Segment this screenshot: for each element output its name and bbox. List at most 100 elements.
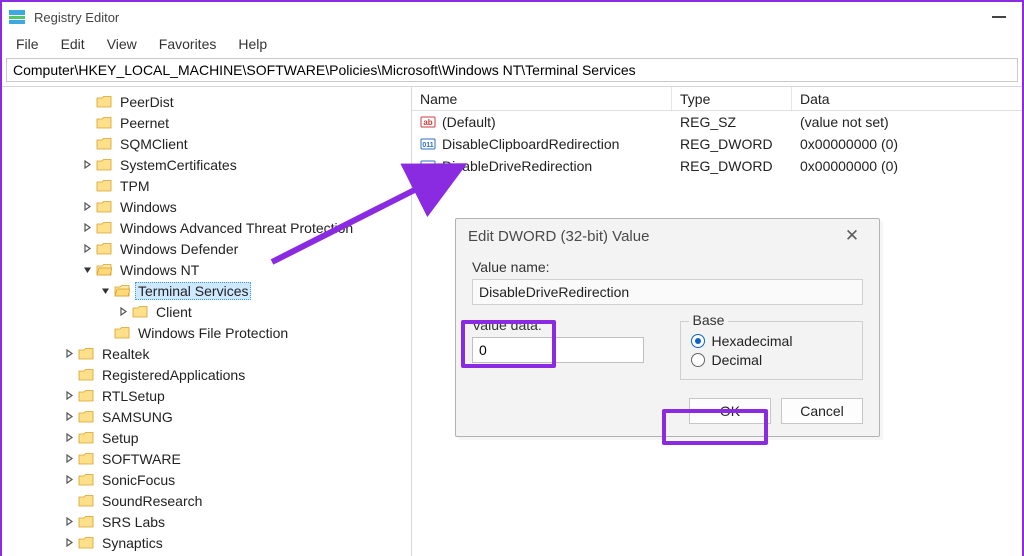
tree-item[interactable]: Windows: [2, 196, 411, 217]
value-name: DisableClipboardRedirection: [442, 136, 619, 152]
value-name-field: DisableDriveRedirection: [472, 279, 863, 305]
tree-item[interactable]: Windows NT: [2, 259, 411, 280]
tree-item[interactable]: SonicFocus: [2, 469, 411, 490]
chevron-right-icon[interactable]: [80, 158, 94, 172]
titlebar: Registry Editor: [2, 2, 1022, 32]
value-name-label: Value name:: [472, 259, 863, 275]
radio-decimal[interactable]: Decimal: [691, 352, 853, 368]
minimize-icon[interactable]: [992, 16, 1006, 18]
tree-item[interactable]: Setup: [2, 427, 411, 448]
column-data[interactable]: Data: [792, 87, 1022, 110]
svg-text:011: 011: [422, 164, 433, 171]
tree-item[interactable]: RegisteredApplications: [2, 364, 411, 385]
folder-icon: [78, 431, 94, 445]
address-bar[interactable]: Computer\HKEY_LOCAL_MACHINE\SOFTWARE\Pol…: [6, 58, 1018, 82]
registry-value-row[interactable]: 011DisableClipboardRedirectionREG_DWORD0…: [412, 133, 1022, 155]
chevron-right-icon[interactable]: [62, 410, 76, 424]
chevron-right-icon[interactable]: [62, 431, 76, 445]
base-group: Base Hexadecimal Decimal: [680, 321, 864, 380]
svg-text:ab: ab: [423, 118, 432, 127]
tree-item[interactable]: TPM: [2, 175, 411, 196]
tree-item[interactable]: SystemCertificates: [2, 154, 411, 175]
value-data-label: Value data:: [472, 317, 656, 333]
folder-icon: [132, 305, 148, 319]
tree-item-label: SystemCertificates: [117, 157, 240, 173]
folder-icon: [78, 494, 94, 508]
chevron-right-icon[interactable]: [62, 452, 76, 466]
folder-icon: [78, 368, 94, 382]
menu-edit[interactable]: Edit: [51, 34, 95, 54]
folder-icon: [96, 263, 112, 277]
tree-item-label: Setup: [99, 430, 142, 446]
value-data-input[interactable]: [472, 337, 644, 363]
tree-item[interactable]: SRS Labs: [2, 511, 411, 532]
tree-item-label: Windows NT: [117, 262, 202, 278]
chevron-right-icon[interactable]: [80, 200, 94, 214]
chevron-down-icon[interactable]: [98, 284, 112, 298]
tree-item-label: Realtek: [99, 346, 152, 362]
menu-favorites[interactable]: Favorites: [149, 34, 227, 54]
folder-icon: [78, 389, 94, 403]
folder-icon: [96, 158, 112, 172]
tree-item[interactable]: Synaptics: [2, 532, 411, 553]
tree-item[interactable]: Windows Advanced Threat Protection: [2, 217, 411, 238]
folder-icon: [78, 347, 94, 361]
list-header: Name Type Data: [412, 87, 1022, 111]
registry-value-row[interactable]: 011DisableDriveRedirectionREG_DWORD0x000…: [412, 155, 1022, 177]
ok-button[interactable]: OK: [689, 398, 771, 424]
folder-icon: [78, 452, 94, 466]
base-legend: Base: [689, 312, 729, 328]
tree-item-label: Windows Advanced Threat Protection: [117, 220, 356, 236]
tree-item-label: SAMSUNG: [99, 409, 176, 425]
value-data: (value not set): [792, 111, 1022, 133]
chevron-down-icon[interactable]: [80, 263, 94, 277]
radio-hexadecimal[interactable]: Hexadecimal: [691, 333, 853, 349]
tree-item[interactable]: RTLSetup: [2, 385, 411, 406]
chevron-right-icon[interactable]: [62, 515, 76, 529]
tree-item[interactable]: Terminal Services: [2, 280, 411, 301]
menubar: File Edit View Favorites Help: [2, 32, 1022, 56]
window-title: Registry Editor: [34, 10, 119, 25]
tree-pane[interactable]: PeerDistPeernetSQMClient SystemCertificat…: [2, 87, 412, 556]
value-type: REG_DWORD: [672, 133, 792, 155]
value-data: 0x00000000 (0): [792, 133, 1022, 155]
close-icon[interactable]: ✕: [837, 224, 867, 248]
tree-item[interactable]: Peernet: [2, 112, 411, 133]
folder-icon: [96, 116, 112, 130]
chevron-right-icon[interactable]: [62, 347, 76, 361]
folder-icon: [96, 95, 112, 109]
chevron-right-icon[interactable]: [116, 305, 130, 319]
tree-item[interactable]: Realtek: [2, 343, 411, 364]
tree-item[interactable]: Client: [2, 301, 411, 322]
menu-help[interactable]: Help: [228, 34, 277, 54]
tree-item-label: SOFTWARE: [99, 451, 184, 467]
tree-item[interactable]: PeerDist: [2, 91, 411, 112]
menu-view[interactable]: View: [97, 34, 147, 54]
column-name[interactable]: Name: [412, 87, 672, 110]
tree-item-label: Windows Defender: [117, 241, 241, 257]
chevron-right-icon[interactable]: [80, 242, 94, 256]
chevron-right-icon[interactable]: [80, 221, 94, 235]
tree-item-label: SRS Labs: [99, 514, 168, 530]
tree-item-label: Windows File Protection: [135, 325, 291, 341]
tree-item[interactable]: Windows File Protection: [2, 322, 411, 343]
cancel-button[interactable]: Cancel: [781, 398, 863, 424]
tree-item[interactable]: SAMSUNG: [2, 406, 411, 427]
menu-file[interactable]: File: [6, 34, 49, 54]
radio-icon: [691, 353, 705, 367]
column-type[interactable]: Type: [672, 87, 792, 110]
chevron-right-icon[interactable]: [62, 389, 76, 403]
registry-value-row[interactable]: ab(Default)REG_SZ(value not set): [412, 111, 1022, 133]
chevron-right-icon[interactable]: [62, 536, 76, 550]
dialog-title: Edit DWORD (32-bit) Value: [468, 228, 649, 245]
tree-item-label: RegisteredApplications: [99, 367, 248, 383]
tree-item[interactable]: SOFTWARE: [2, 448, 411, 469]
chevron-right-icon[interactable]: [62, 473, 76, 487]
tree-item[interactable]: Windows Defender: [2, 238, 411, 259]
folder-icon: [78, 410, 94, 424]
tree-item[interactable]: SQMClient: [2, 133, 411, 154]
tree-item[interactable]: SoundResearch: [2, 490, 411, 511]
folder-icon: [78, 515, 94, 529]
radio-icon: [691, 334, 705, 348]
registry-editor-icon: [8, 8, 26, 26]
